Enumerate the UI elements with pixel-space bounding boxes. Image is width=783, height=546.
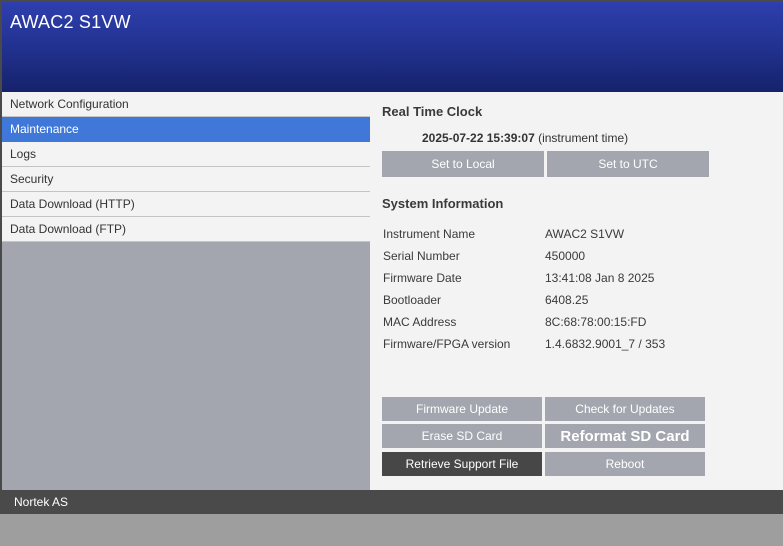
instrument-title: AWAC2 S1VW	[10, 12, 131, 32]
info-key: Serial Number	[383, 249, 460, 263]
rtc-title: Real Time Clock	[382, 104, 483, 119]
rtc-datetime: 2025-07-22 15:39:07	[422, 131, 535, 145]
sidebar-nav: Network Configuration Maintenance Logs S…	[2, 92, 370, 490]
reformat-sd-card-button[interactable]: Reformat SD Card	[545, 424, 705, 448]
page-background	[0, 514, 783, 546]
sysinfo-title: System Information	[382, 196, 504, 211]
sidebar-item-data-download-ftp[interactable]: Data Download (FTP)	[2, 217, 370, 242]
maintenance-panel: Real Time Clock 2025-07-22 15:39:07 (ins…	[370, 92, 783, 490]
info-key: Firmware/FPGA version	[383, 337, 511, 351]
reboot-button[interactable]: Reboot	[545, 452, 705, 476]
sidebar-item-maintenance[interactable]: Maintenance	[2, 117, 370, 142]
check-for-updates-button[interactable]: Check for Updates	[545, 397, 705, 421]
app-header: AWAC2 S1VW	[2, 2, 783, 92]
info-key: Instrument Name	[383, 227, 476, 241]
rtc-suffix: (instrument time)	[534, 131, 629, 145]
info-value: 1.4.6832.9001_7 / 353	[545, 337, 666, 351]
sidebar-item-logs[interactable]: Logs	[2, 142, 370, 167]
info-value: AWAC2 S1VW	[545, 227, 625, 241]
info-value: 6408.25	[545, 293, 589, 307]
info-key: Firmware Date	[383, 271, 462, 285]
retrieve-support-file-button[interactable]: Retrieve Support File	[382, 452, 542, 476]
sidebar-item-security[interactable]: Security	[2, 167, 370, 192]
info-value: 8C:68:78:00:15:FD	[545, 315, 647, 329]
sidebar-item-data-download-http[interactable]: Data Download (HTTP)	[2, 192, 370, 217]
firmware-update-button[interactable]: Firmware Update	[382, 397, 542, 421]
set-to-utc-button[interactable]: Set to UTC	[547, 151, 709, 177]
set-to-local-button[interactable]: Set to Local	[382, 151, 544, 177]
rtc-readout: 2025-07-22 15:39:07 (instrument time)	[422, 131, 628, 145]
footer: Nortek AS	[2, 490, 783, 514]
info-key: Bootloader	[383, 293, 442, 307]
info-value: 450000	[545, 249, 586, 263]
erase-sd-card-button[interactable]: Erase SD Card	[382, 424, 542, 448]
footer-text: Nortek AS	[14, 495, 69, 509]
sidebar-item-network-configuration[interactable]: Network Configuration	[2, 92, 370, 117]
info-key: MAC Address	[383, 315, 457, 329]
info-value: 13:41:08 Jan 8 2025	[545, 271, 655, 285]
